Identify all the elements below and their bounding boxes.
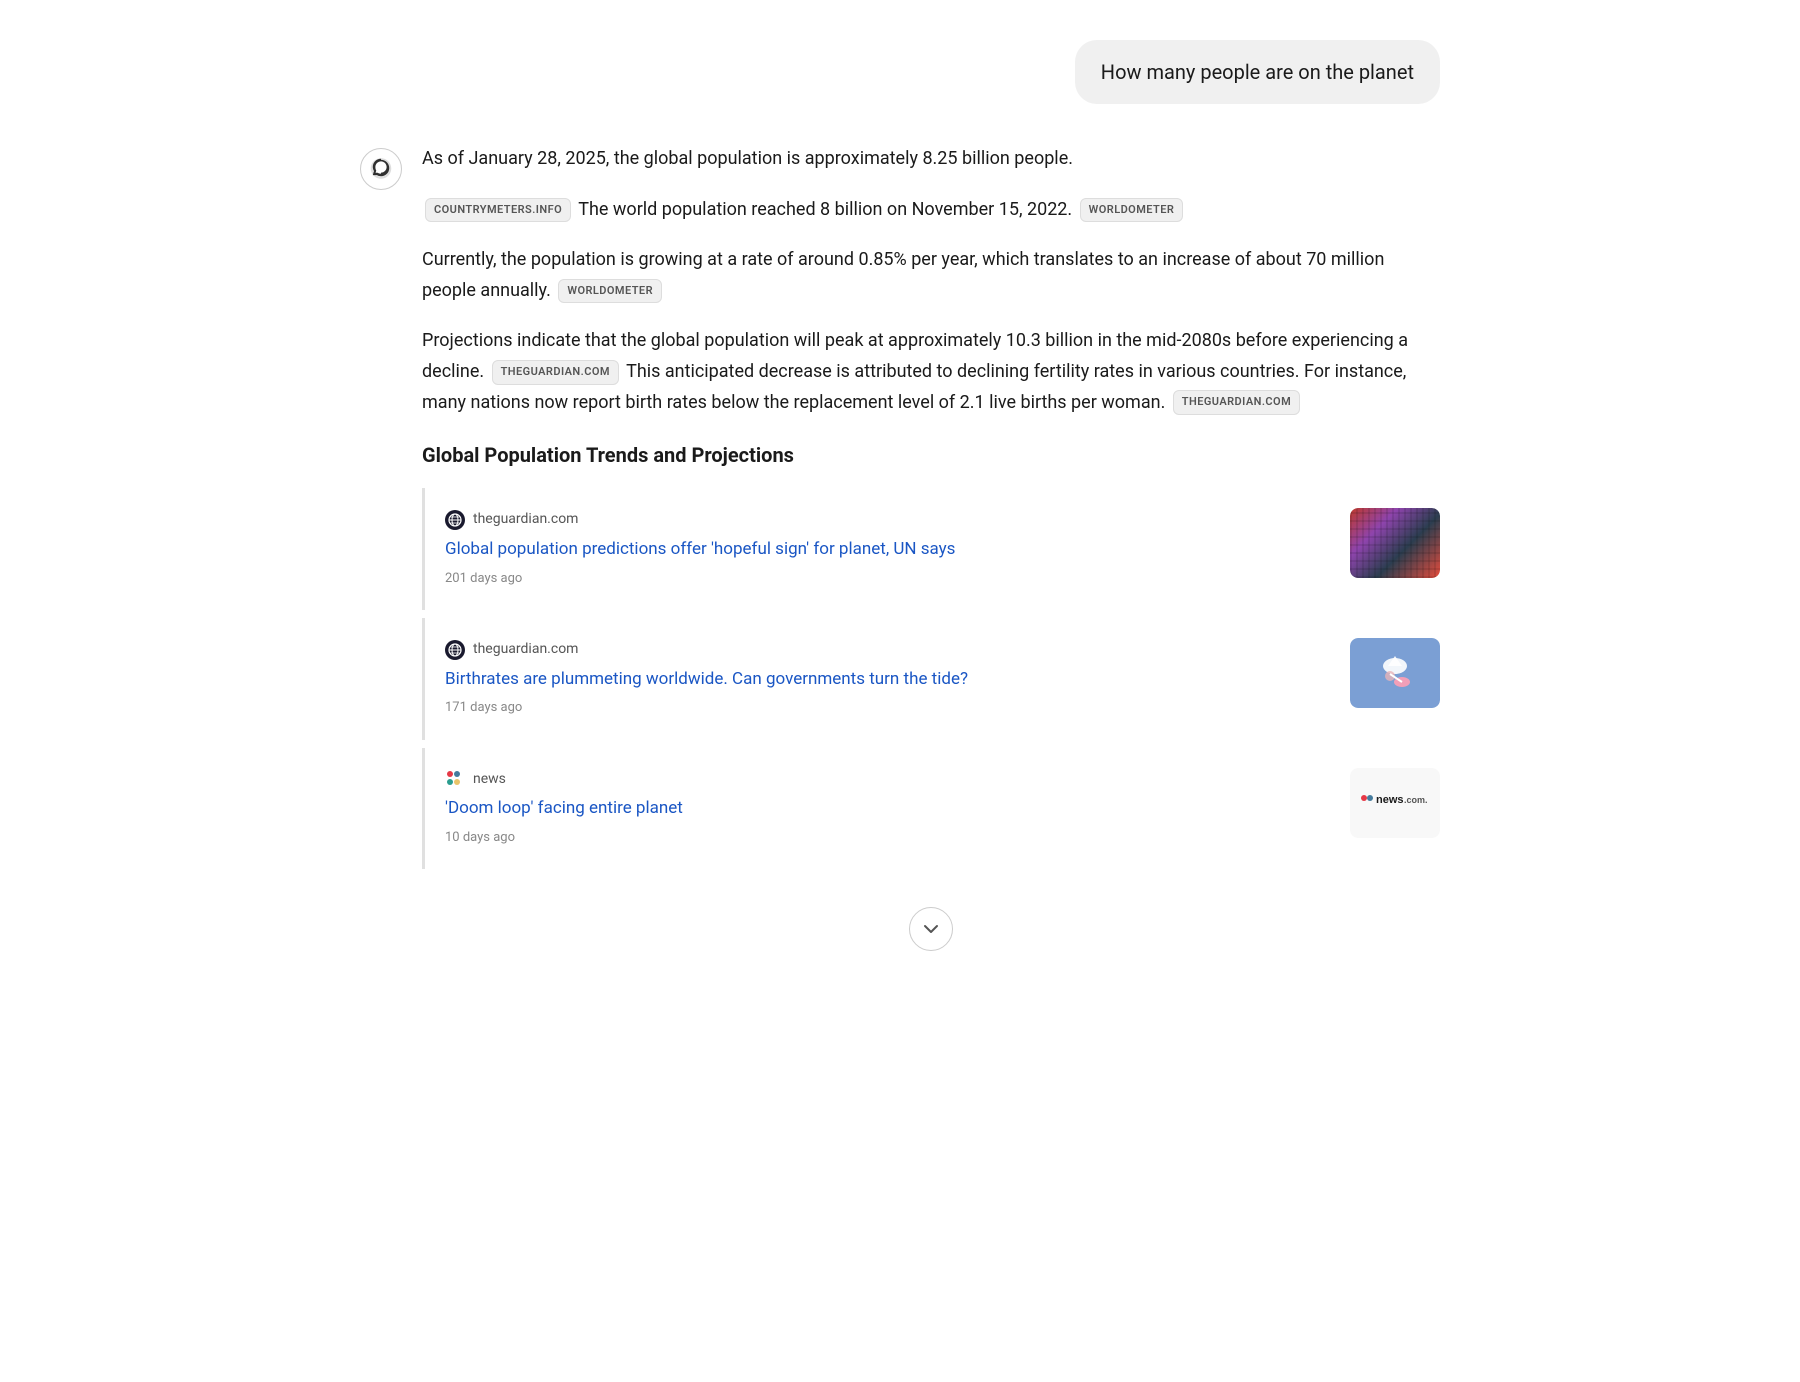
news-card-2[interactable]: theguardian.com Birthrates are plummetin… bbox=[422, 618, 1440, 740]
news-cards: theguardian.com Global population predic… bbox=[422, 488, 1440, 877]
ai-text-s2: The world population reached 8 billion o… bbox=[578, 199, 1072, 220]
news-title-1[interactable]: Global population predictions offer 'hop… bbox=[445, 538, 1330, 562]
news-com-logo: news .com. bbox=[1360, 790, 1430, 815]
news-source-name-2: theguardian.com bbox=[473, 638, 578, 662]
news-card-content-1: theguardian.com Global population predic… bbox=[445, 508, 1330, 590]
news-source-row-2: theguardian.com bbox=[445, 638, 1330, 662]
news-thumbnail-2 bbox=[1350, 638, 1440, 708]
user-message-bubble: How many people are on the planet bbox=[1075, 40, 1440, 104]
guardian-icon-2 bbox=[445, 640, 465, 660]
ai-text-p1: As of January 28, 2025, the global popul… bbox=[422, 148, 1073, 169]
news-title-2[interactable]: Birthrates are plummeting worldwide. Can… bbox=[445, 668, 1330, 692]
crowd-thumbnail bbox=[1350, 508, 1440, 578]
news-brand-icon bbox=[445, 769, 465, 789]
svg-text:news: news bbox=[1376, 794, 1404, 806]
citation-badge-1[interactable]: COUNTRYMETERS.INFO bbox=[425, 198, 571, 223]
guardian-icon-1 bbox=[445, 510, 465, 530]
section-heading: Global Population Trends and Projections bbox=[422, 438, 1440, 472]
ai-content: As of January 28, 2025, the global popul… bbox=[422, 144, 1440, 951]
news-card-1[interactable]: theguardian.com Global population predic… bbox=[422, 488, 1440, 610]
news-timestamp-1: 201 days ago bbox=[445, 568, 1330, 590]
scroll-down-button[interactable] bbox=[909, 907, 953, 951]
citation-badge-4[interactable]: THEGUARDIAN.COM bbox=[492, 360, 619, 385]
news-card-content-2: theguardian.com Birthrates are plummetin… bbox=[445, 638, 1330, 720]
openai-icon bbox=[360, 148, 402, 190]
news-timestamp-3: 10 days ago bbox=[445, 827, 1330, 849]
news-source-row-3: news bbox=[445, 768, 1330, 792]
news-com-text-logo: news .com. bbox=[1360, 790, 1430, 815]
bird-thumbnail bbox=[1350, 638, 1440, 708]
user-message-row: How many people are on the planet bbox=[360, 40, 1440, 104]
scroll-down-section bbox=[422, 907, 1440, 951]
ai-paragraph-4: Projections indicate that the global pop… bbox=[422, 326, 1440, 418]
ai-paragraph-3: Currently, the population is growing at … bbox=[422, 245, 1440, 306]
news-source-row-1: theguardian.com bbox=[445, 508, 1330, 532]
news-thumbnail-1 bbox=[1350, 508, 1440, 578]
news-timestamp-2: 171 days ago bbox=[445, 697, 1330, 719]
news-logo-thumbnail: news .com. bbox=[1350, 768, 1440, 838]
svg-text:.com.: .com. bbox=[1404, 795, 1428, 805]
ai-paragraph-1: As of January 28, 2025, the global popul… bbox=[422, 144, 1440, 175]
ai-response-row: As of January 28, 2025, the global popul… bbox=[360, 144, 1440, 951]
stork-icon bbox=[1370, 648, 1420, 698]
chevron-down-icon bbox=[922, 920, 940, 938]
news-source-name-3: news bbox=[473, 768, 506, 792]
citation-badge-3[interactable]: WORLDOMETER bbox=[558, 279, 662, 304]
globe-icon-1 bbox=[448, 513, 462, 527]
user-message-text: How many people are on the planet bbox=[1101, 60, 1414, 84]
news-thumbnail-3: news .com. bbox=[1350, 768, 1440, 838]
news-source-name-1: theguardian.com bbox=[473, 508, 578, 532]
citation-badge-5[interactable]: THEGUARDIAN.COM bbox=[1173, 390, 1300, 415]
globe-icon-2 bbox=[448, 643, 462, 657]
news-title-3[interactable]: 'Doom loop' facing entire planet bbox=[445, 797, 1330, 821]
citation-badge-2[interactable]: WORLDOMETER bbox=[1080, 198, 1184, 223]
ai-paragraph-2: COUNTRYMETERS.INFO The world population … bbox=[422, 195, 1440, 226]
news-card-content-3: news 'Doom loop' facing entire planet 10… bbox=[445, 768, 1330, 850]
page-container: How many people are on the planet As of … bbox=[300, 0, 1500, 1021]
ai-avatar bbox=[360, 148, 402, 190]
news-card-3[interactable]: news 'Doom loop' facing entire planet 10… bbox=[422, 748, 1440, 870]
news-dot-icon bbox=[445, 769, 465, 789]
